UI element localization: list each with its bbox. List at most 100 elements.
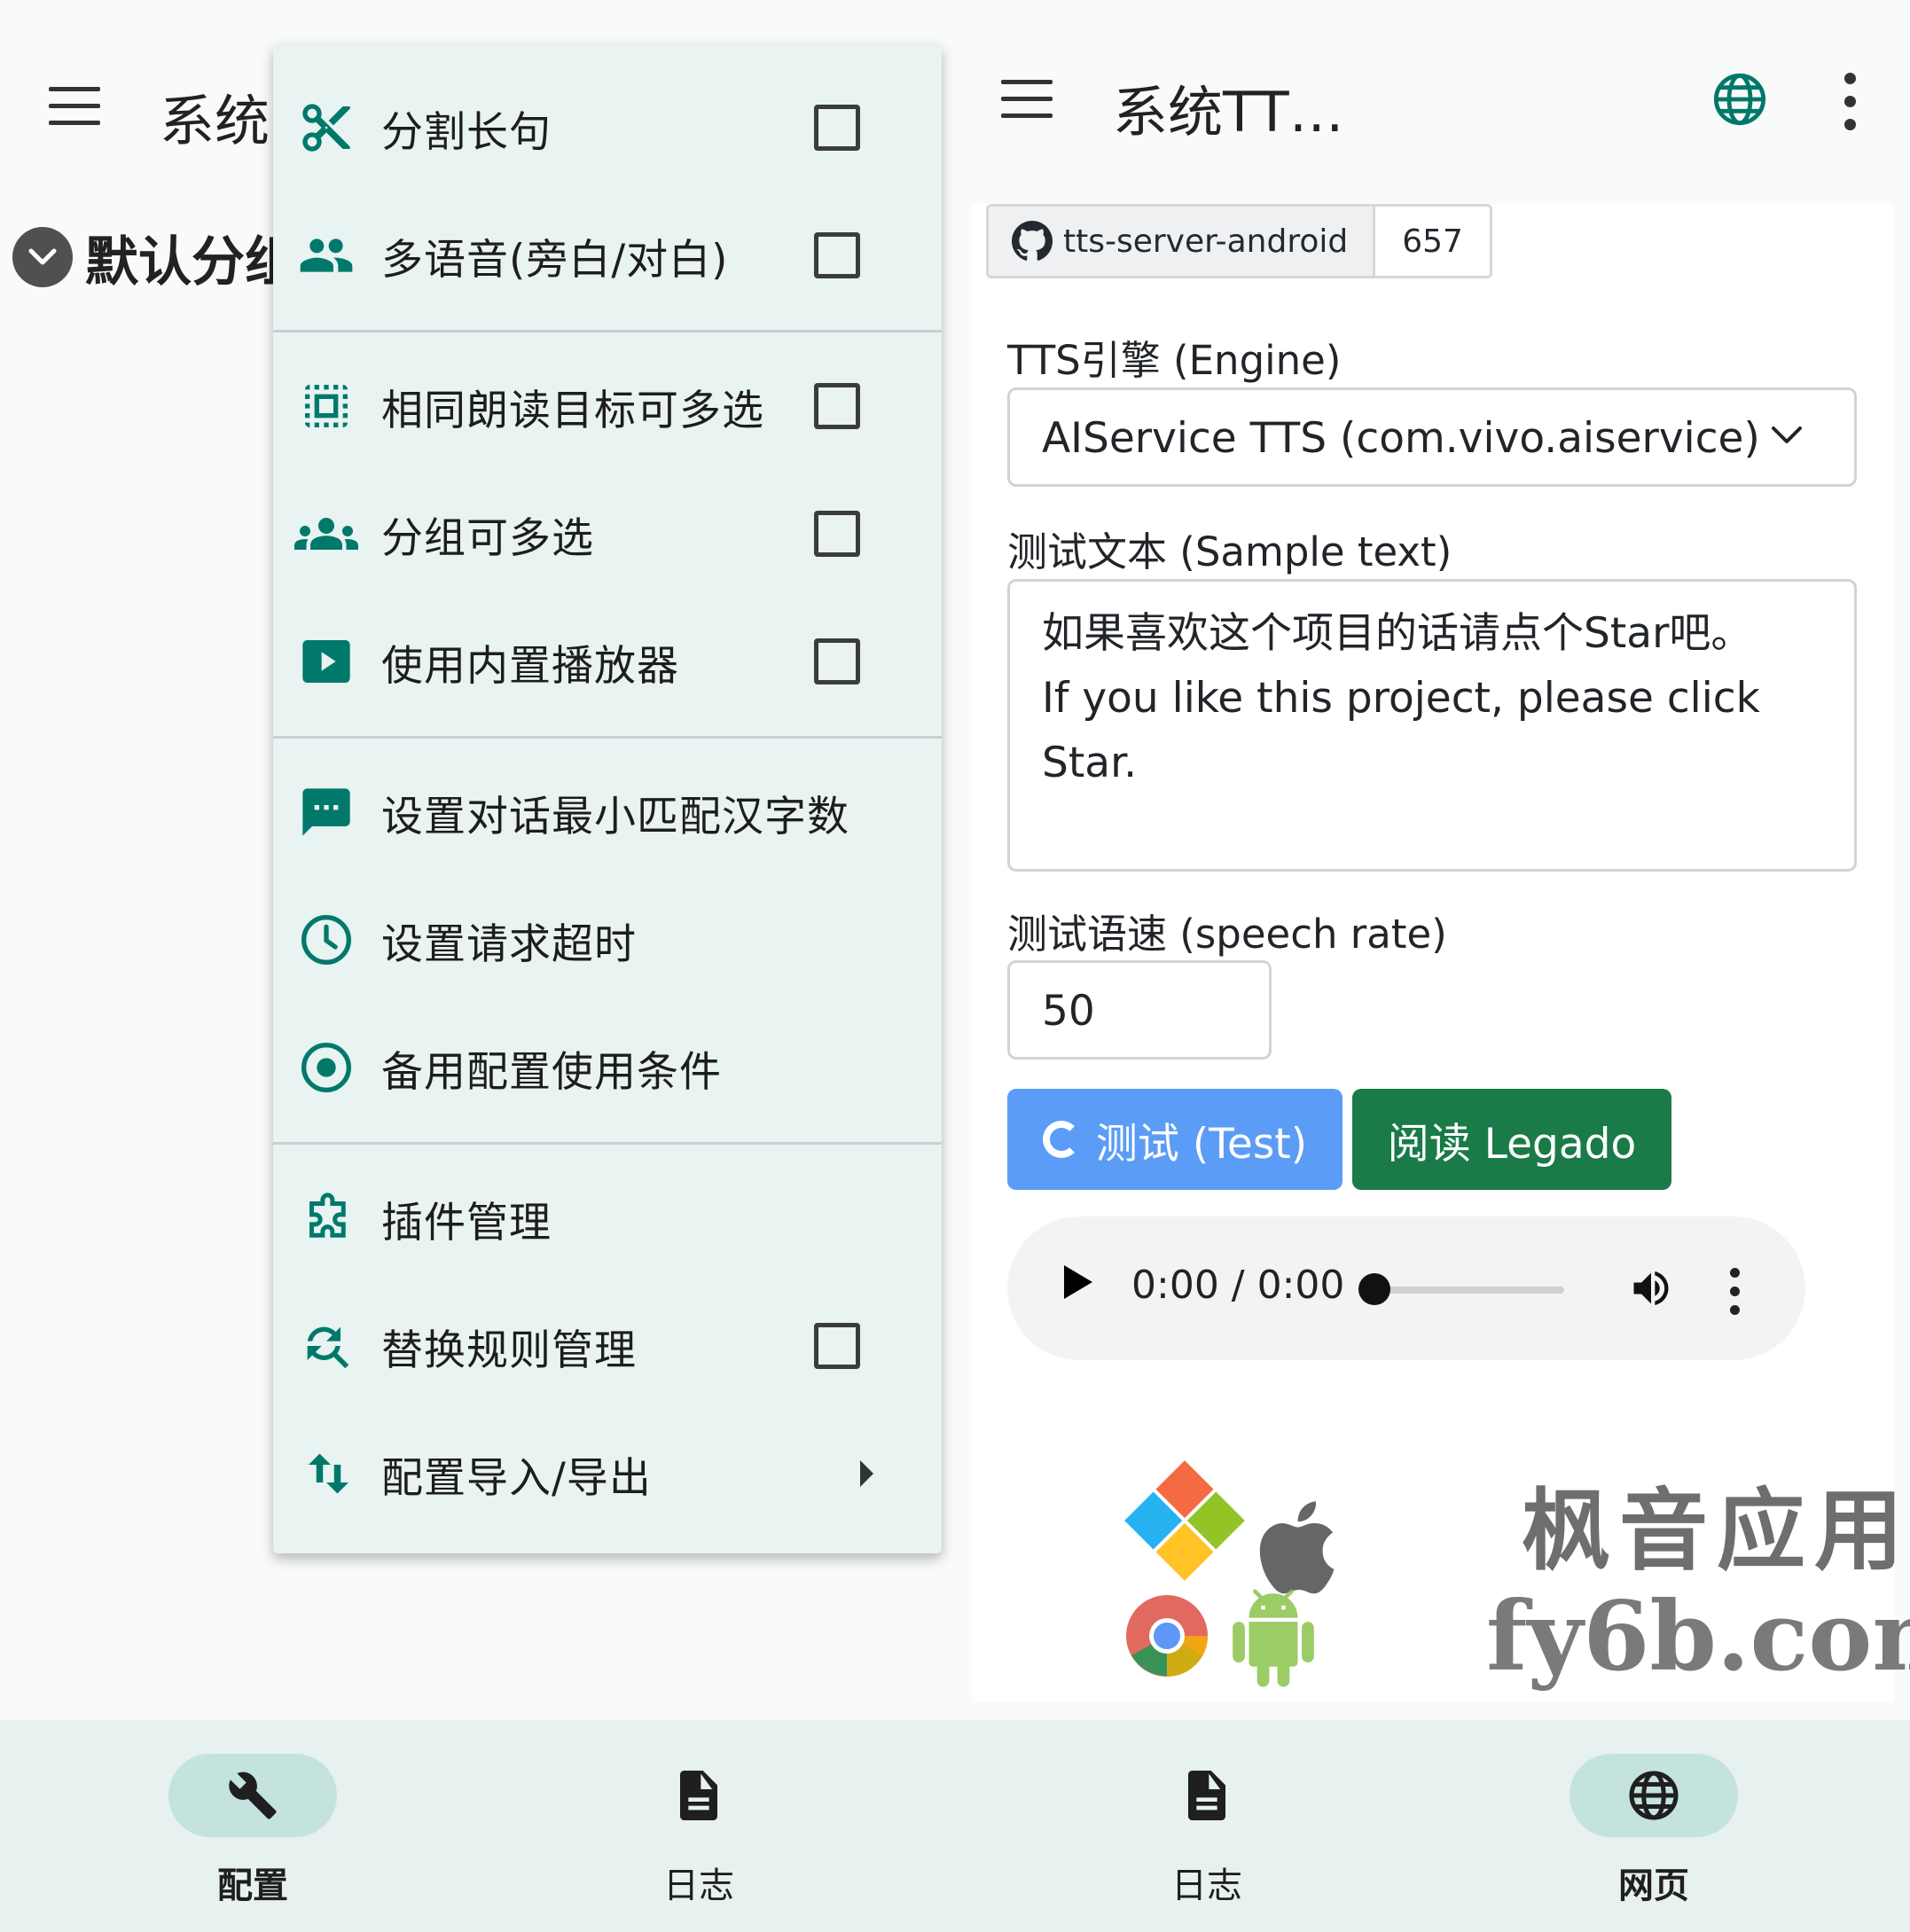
menu-item-split-sentences[interactable]: 分割长句 <box>273 64 942 192</box>
play-box-icon <box>294 630 358 693</box>
engine-select[interactable]: AIService TTS (com.vivo.aiservice) <box>1007 387 1857 487</box>
watermark-name: 枫音应用 <box>1522 1479 1910 1583</box>
nav-pill[interactable] <box>168 1754 337 1837</box>
checkbox[interactable] <box>814 383 860 429</box>
nav-label: 配置 <box>217 1866 288 1906</box>
github-repo-name: tts-server-android <box>1063 223 1349 260</box>
audio-progress-track[interactable] <box>1366 1287 1564 1294</box>
chevron-down-icon[interactable] <box>12 227 73 287</box>
right-screen: 系统TT… tts-server-android 657 TTS引擎 (Engi… <box>956 0 1910 1720</box>
scissors-icon <box>294 96 358 160</box>
checkbox[interactable] <box>814 232 860 278</box>
menu-item-label: 相同朗读目标可多选 <box>381 386 764 435</box>
sample-text-label: 测试文本 (Sample text) <box>1007 528 1452 575</box>
audio-player: 0:00 / 0:00 <box>1007 1216 1805 1360</box>
sample-text-line: If you like this project, please click <box>1042 674 1760 723</box>
engine-select-value: AIService TTS (com.vivo.aiservice) <box>1042 414 1760 463</box>
menu-item-replace-rules[interactable]: 替换规则管理 <box>273 1282 942 1410</box>
group-header[interactable]: 默认分组 <box>12 223 298 293</box>
menu-item-standby-conditions[interactable]: 备用配置使用条件 <box>273 1004 942 1131</box>
nav-pill[interactable] <box>1569 1754 1738 1837</box>
divider <box>273 330 942 332</box>
menu-item-plugin-management[interactable]: 插件管理 <box>273 1154 942 1282</box>
legado-button-label: 阅读 Legado <box>1387 1119 1637 1169</box>
app-title: 系统 <box>160 89 270 153</box>
nav-pill[interactable] <box>1123 1754 1291 1837</box>
play-icon[interactable] <box>1064 1265 1092 1299</box>
android-logo-icon <box>1233 1589 1314 1687</box>
nav-label: 日志 <box>663 1866 734 1906</box>
watermark-site: fy6b.com <box>1486 1581 1910 1693</box>
nav-item-log[interactable]: 日志 <box>1123 1754 1291 1908</box>
menu-item-import-export[interactable]: 配置导入/导出 <box>273 1410 942 1537</box>
volume-icon[interactable] <box>1628 1265 1674 1311</box>
people-icon <box>294 223 358 287</box>
github-repo-link[interactable]: tts-server-android <box>989 207 1376 276</box>
bottom-nav-left: 配置 日志 <box>0 1720 956 1932</box>
clock-icon <box>294 908 358 972</box>
menu-item-label: 分割长句 <box>381 107 552 157</box>
test-button[interactable]: 测试 (Test) <box>1007 1089 1342 1190</box>
menu-item-label: 分组可多选 <box>381 513 594 563</box>
document-icon <box>680 1771 717 1820</box>
menu-item-label: 设置对话最小匹配汉字数 <box>381 792 849 841</box>
chrome-logo-icon <box>1126 1595 1208 1677</box>
divider <box>273 736 942 739</box>
legado-button[interactable]: 阅读 Legado <box>1352 1089 1671 1190</box>
audio-progress-thumb[interactable] <box>1358 1273 1390 1305</box>
hamburger-menu-icon[interactable] <box>49 87 100 126</box>
chevron-down-icon <box>1772 426 1802 443</box>
menu-item-label: 使用内置播放器 <box>381 641 679 691</box>
test-button-label: 测试 (Test) <box>1095 1119 1308 1169</box>
menu-item-label: 替换规则管理 <box>381 1326 637 1375</box>
checkbox[interactable] <box>814 1323 860 1369</box>
windows-logo-icon <box>1124 1460 1245 1581</box>
menu-item-min-dialogue-chars[interactable]: 设置对话最小匹配汉字数 <box>273 748 942 876</box>
group-title: 默认分组 <box>85 231 298 293</box>
menu-item-group-multiselect[interactable]: 分组可多选 <box>273 470 942 598</box>
groups-icon <box>294 502 358 566</box>
find-replace-icon <box>294 1314 358 1378</box>
sample-text-input[interactable]: 如果喜欢这个项目的话请点个Star吧。 If you like this pro… <box>1007 579 1857 872</box>
engine-label: TTS引擎 (Engine) <box>1007 337 1342 384</box>
github-star-count[interactable]: 657 <box>1375 207 1490 276</box>
document-icon <box>1188 1771 1225 1820</box>
menu-item-builtin-player[interactable]: 使用内置播放器 <box>273 598 942 725</box>
checkbox[interactable] <box>814 638 860 684</box>
globe-icon[interactable] <box>1711 71 1768 131</box>
menu-item-label: 设置请求超时 <box>381 919 637 969</box>
webview: tts-server-android 657 TTS引擎 (Engine) AI… <box>972 204 1910 1702</box>
globe-icon <box>1629 1771 1679 1820</box>
nav-item-config[interactable]: 配置 <box>168 1754 337 1908</box>
more-vert-icon[interactable] <box>1844 73 1857 142</box>
menu-item-request-timeout[interactable]: 设置请求超时 <box>273 876 942 1004</box>
chat-icon <box>294 780 358 844</box>
nav-pill[interactable] <box>614 1754 783 1837</box>
watermark: 枫音应用 fy6b.com <box>1123 1459 1910 1698</box>
checkbox[interactable] <box>814 105 860 151</box>
plugin-icon <box>294 1186 358 1250</box>
loading-spinner-icon <box>1042 1121 1080 1158</box>
import-export-icon <box>294 1442 358 1506</box>
menu-item-same-target-multiselect[interactable]: 相同朗读目标可多选 <box>273 342 942 470</box>
options-menu: 分割长句 多语音(旁白/对白) 相同朗读目标可多选 分组可多选 使用内置播放器 … <box>273 44 942 1553</box>
more-vert-icon[interactable] <box>1730 1268 1741 1324</box>
menu-item-label: 多语音(旁白/对白) <box>381 235 729 285</box>
speech-rate-label: 测试语速 (speech rate) <box>1007 911 1447 958</box>
nav-item-log[interactable]: 日志 <box>614 1754 783 1908</box>
sample-text-line: Star. <box>1042 739 1138 787</box>
hamburger-menu-icon[interactable] <box>1001 80 1053 119</box>
submenu-arrow-icon <box>860 1460 873 1487</box>
select-all-icon <box>294 374 358 438</box>
nav-label: 网页 <box>1618 1866 1689 1906</box>
speech-rate-input[interactable]: 50 <box>1007 960 1272 1060</box>
divider <box>273 1142 942 1145</box>
menu-item-label: 备用配置使用条件 <box>381 1047 722 1097</box>
github-star-badge[interactable]: tts-server-android 657 <box>986 204 1492 278</box>
wrench-icon <box>229 1772 277 1819</box>
checkbox[interactable] <box>814 511 860 557</box>
nav-label: 日志 <box>1171 1866 1242 1906</box>
radio-target-icon <box>294 1036 358 1099</box>
menu-item-multi-voice[interactable]: 多语音(旁白/对白) <box>273 192 942 319</box>
nav-item-web[interactable]: 网页 <box>1569 1754 1738 1908</box>
